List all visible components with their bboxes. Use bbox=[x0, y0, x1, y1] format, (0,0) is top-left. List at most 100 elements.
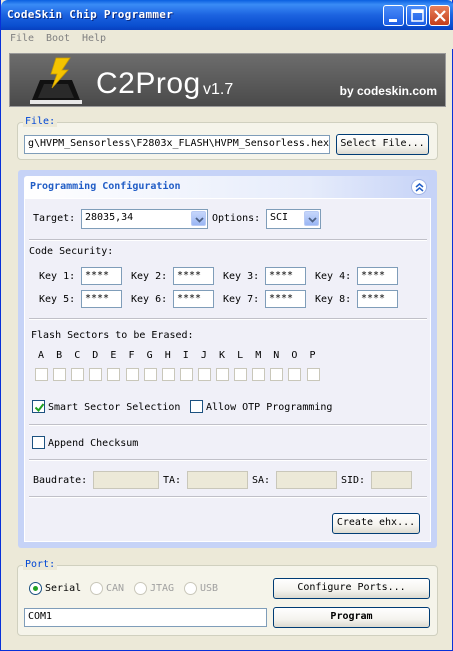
sector-checkbox-f[interactable] bbox=[125, 368, 139, 381]
key-label: Key 4: bbox=[315, 271, 352, 282]
key-3-input[interactable]: **** bbox=[265, 267, 306, 285]
menu-boot[interactable]: Boot bbox=[46, 33, 70, 44]
port-usb-label: USB bbox=[200, 583, 219, 594]
check-icon bbox=[34, 403, 45, 413]
port-serial-radio[interactable] bbox=[29, 582, 42, 595]
vendor-label: by codeskin.com bbox=[339, 84, 437, 98]
options-value: SCI bbox=[270, 212, 289, 223]
file-path-field[interactable]: g\HVPM_Sensorless\F2803x_FLASH\HVPM_Sens… bbox=[24, 135, 330, 154]
sid-input[interactable] bbox=[371, 471, 412, 489]
separator bbox=[29, 424, 427, 426]
port-name-field[interactable]: COM1 bbox=[24, 608, 267, 627]
sector-label-k: K bbox=[219, 350, 226, 361]
program-button[interactable]: Program bbox=[273, 607, 430, 628]
app-name: C2Prog bbox=[96, 67, 201, 100]
baudrate-label: Baudrate: bbox=[33, 475, 88, 486]
title-bar[interactable]: CodeSkin Chip Programmer bbox=[1, 0, 453, 30]
port-group-label: Port: bbox=[23, 559, 58, 570]
key-2-input[interactable]: **** bbox=[173, 267, 214, 285]
sector-label-a: A bbox=[38, 350, 45, 361]
menu-file[interactable]: File bbox=[10, 33, 34, 44]
create-ehx-button[interactable]: Create ehx... bbox=[332, 513, 420, 534]
sector-checkbox-g[interactable] bbox=[143, 368, 157, 381]
key-6-input[interactable]: **** bbox=[173, 290, 214, 308]
ta-input[interactable] bbox=[187, 471, 248, 489]
port-jtag-label: JTAG bbox=[150, 583, 175, 594]
target-dropdown-arrow[interactable] bbox=[191, 211, 206, 226]
sector-label-o: O bbox=[291, 350, 298, 361]
minimize-button[interactable] bbox=[383, 5, 404, 26]
select-file-button[interactable]: Select File... bbox=[336, 134, 429, 155]
allow-otp-checkbox[interactable] bbox=[190, 400, 203, 413]
sector-label-m: M bbox=[255, 350, 262, 361]
key-8-input[interactable]: **** bbox=[357, 290, 398, 308]
sa-input[interactable] bbox=[276, 471, 337, 489]
chip-lightning-logo-icon bbox=[30, 57, 82, 104]
sector-checkbox-o[interactable] bbox=[288, 368, 302, 381]
separator bbox=[29, 239, 427, 241]
sector-label-l: L bbox=[237, 350, 244, 361]
baudrate-input[interactable] bbox=[93, 471, 159, 489]
window-title: CodeSkin Chip Programmer bbox=[7, 8, 174, 21]
separator bbox=[29, 459, 427, 461]
chevron-up-icon bbox=[415, 183, 424, 192]
port-jtag-radio[interactable] bbox=[134, 582, 147, 595]
sector-label-i: I bbox=[182, 350, 189, 361]
ta-label: TA: bbox=[163, 475, 182, 486]
key-label: Key 7: bbox=[223, 294, 260, 305]
config-title: Programming Configuration bbox=[30, 181, 181, 192]
key-label: Key 2: bbox=[131, 271, 168, 282]
app-version: v1.7 bbox=[203, 81, 234, 98]
configure-ports-button[interactable]: Configure Ports... bbox=[273, 578, 430, 599]
sector-label-e: E bbox=[110, 350, 117, 361]
smart-sector-checkbox[interactable] bbox=[32, 400, 45, 413]
sector-checkbox-e[interactable] bbox=[107, 368, 121, 381]
flash-sectors-label: Flash Sectors to be Erased: bbox=[31, 330, 194, 341]
sector-checkbox-m[interactable] bbox=[252, 368, 266, 381]
minimize-icon bbox=[389, 19, 397, 22]
options-select[interactable]: SCI bbox=[266, 209, 321, 229]
chevron-down-icon bbox=[195, 217, 204, 223]
separator bbox=[29, 496, 427, 498]
sector-label-c: C bbox=[74, 350, 81, 361]
port-serial-label: Serial bbox=[45, 583, 82, 594]
sector-checkbox-i[interactable] bbox=[179, 368, 193, 381]
maximize-button[interactable] bbox=[406, 5, 427, 26]
code-security-label: Code Security: bbox=[29, 246, 114, 257]
key-label: Key 6: bbox=[131, 294, 168, 305]
sector-checkbox-a[interactable] bbox=[35, 368, 48, 381]
sector-label-d: D bbox=[92, 350, 99, 361]
key-7-input[interactable]: **** bbox=[265, 290, 306, 308]
options-label: Options: bbox=[212, 213, 261, 224]
sector-checkbox-h[interactable] bbox=[161, 368, 175, 381]
maximize-icon bbox=[411, 9, 424, 22]
options-dropdown-arrow[interactable] bbox=[304, 211, 319, 226]
target-value: 28035,34 bbox=[85, 212, 134, 223]
collapse-button[interactable] bbox=[411, 179, 427, 195]
chevron-down-icon bbox=[308, 217, 317, 223]
sector-checkbox-k[interactable] bbox=[216, 368, 229, 381]
target-select[interactable]: 28035,34 bbox=[81, 209, 208, 229]
port-usb-radio[interactable] bbox=[184, 582, 197, 595]
sector-checkbox-n[interactable] bbox=[270, 368, 284, 381]
sector-checkbox-p[interactable] bbox=[306, 368, 320, 381]
key-5-input[interactable]: **** bbox=[81, 290, 122, 308]
close-icon bbox=[434, 10, 446, 22]
sid-label: SID: bbox=[341, 475, 366, 486]
sector-checkbox-b[interactable] bbox=[53, 368, 67, 381]
allow-otp-label: Allow OTP Programming bbox=[206, 402, 333, 413]
port-can-radio[interactable] bbox=[90, 582, 103, 595]
close-button[interactable] bbox=[429, 5, 450, 26]
config-body: Target: 28035,34 Options: SCI Code Secur… bbox=[24, 198, 431, 542]
append-checksum-checkbox[interactable] bbox=[32, 436, 45, 449]
key-label: Key 3: bbox=[223, 271, 260, 282]
sector-checkbox-c[interactable] bbox=[71, 368, 85, 381]
key-1-input[interactable]: **** bbox=[81, 267, 122, 285]
sector-checkbox-l[interactable] bbox=[234, 368, 248, 381]
sector-checkbox-j[interactable] bbox=[197, 368, 211, 381]
menu-help[interactable]: Help bbox=[82, 33, 106, 44]
config-header: Programming Configuration bbox=[24, 176, 431, 198]
sector-checkbox-d[interactable] bbox=[89, 368, 103, 381]
key-4-input[interactable]: **** bbox=[357, 267, 398, 285]
app-banner: C2Prog v1.7 by codeskin.com bbox=[9, 53, 446, 107]
